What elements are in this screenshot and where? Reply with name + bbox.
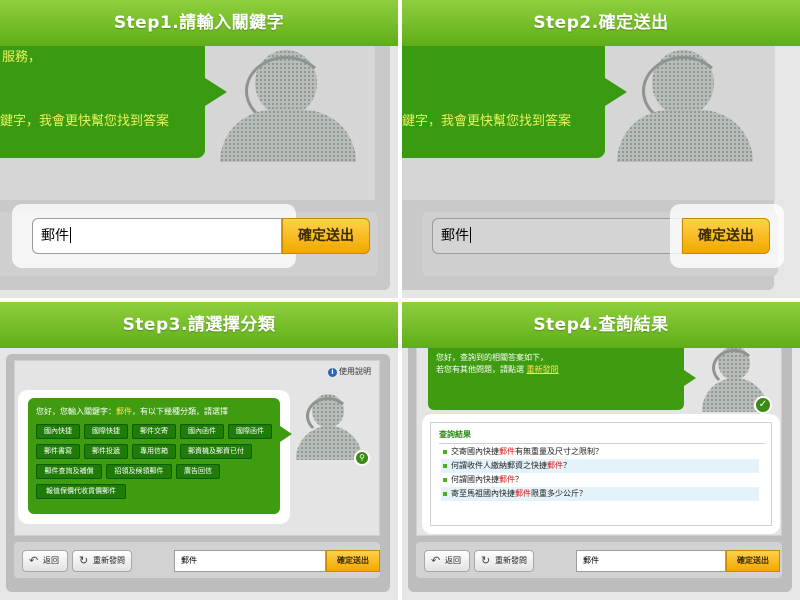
info-icon: i xyxy=(328,368,337,377)
step1-title: Step1.請輸入關鍵字 xyxy=(0,0,398,46)
restart-link[interactable]: 重新發問 xyxy=(527,365,559,374)
category-button-10[interactable]: 郵件查詢及補償 xyxy=(36,464,102,479)
check-icon: ✓ xyxy=(754,396,772,414)
step1-panel: Step1.請輸入關鍵字 服務， 鍵字，我會更快幫您找到答案 郵件 確定送出 xyxy=(0,0,398,298)
result-title: 查詢結果 xyxy=(439,430,471,439)
refresh-icon: ↻ xyxy=(481,554,491,567)
agent-avatar xyxy=(215,50,365,162)
step3-title: Step3.請選擇分類 xyxy=(0,302,398,348)
bubble-message: 鍵字，我會更快幫您找到答案 xyxy=(0,114,170,129)
keyword-input[interactable]: 郵件 xyxy=(174,550,326,572)
bubble-message: 鍵字，我會更快幫您找到答案 xyxy=(402,114,572,129)
category-button-5[interactable]: 國際函件 xyxy=(228,424,272,439)
step2-title: Step2.確定送出 xyxy=(402,0,800,46)
speech-bubble-tail xyxy=(684,370,696,386)
back-arrow-icon: ↶ xyxy=(431,554,441,567)
bubble-line-2: 若您有其他問題，請點選 重新發問 xyxy=(436,365,559,374)
category-button-1[interactable]: 國內快捷 xyxy=(36,424,80,439)
submit-button[interactable]: 確定送出 xyxy=(326,550,380,572)
result-item-3[interactable]: 何謂國內快捷郵件？ xyxy=(441,473,759,487)
result-item-1[interactable]: 交寄國內快捷郵件有無重量及尺寸之限制？ xyxy=(441,445,759,459)
result-divider xyxy=(439,443,765,444)
category-button-9[interactable]: 郵資機及郵資已付 xyxy=(180,444,252,459)
category-button-2[interactable]: 國際快捷 xyxy=(84,424,128,439)
restart-button[interactable]: ↻ 重新發問 xyxy=(72,550,132,572)
step3-panel: Step3.請選擇分類 i 使用說明 ⚲ 您好，您輸入關鍵字：郵件，有以下幾種分類… xyxy=(0,302,398,600)
search-icon: ⚲ xyxy=(354,450,370,466)
speech-bubble xyxy=(402,40,605,158)
category-button-3[interactable]: 郵件交寄 xyxy=(132,424,176,439)
category-button-4[interactable]: 國內函件 xyxy=(180,424,224,439)
step2-panel: Step2.確定送出 鍵字，我會更快幫您找到答案 郵件 確定送出 xyxy=(402,0,800,298)
result-item-2[interactable]: 何謂收件人繳納郵資之快捷郵件？ xyxy=(441,459,759,473)
category-button-12[interactable]: 廣告回信 xyxy=(176,464,220,479)
submit-button[interactable]: 確定送出 xyxy=(726,550,780,572)
category-button-13[interactable]: 報值保價代收貨價郵件 xyxy=(36,484,126,499)
category-button-7[interactable]: 郵件投遞 xyxy=(84,444,128,459)
category-bubble-tail xyxy=(280,426,292,442)
keyword-input[interactable]: 郵件 xyxy=(576,550,726,572)
submit-button[interactable]: 確定送出 xyxy=(282,218,370,254)
back-arrow-icon: ↶ xyxy=(29,554,39,567)
bubble-partial-text: 服務， xyxy=(2,50,42,65)
step4-title: Step4.查詢結果 xyxy=(402,302,800,348)
refresh-icon: ↻ xyxy=(79,554,89,567)
help-link[interactable]: i 使用說明 xyxy=(328,366,371,377)
submit-button[interactable]: 確定送出 xyxy=(682,218,770,254)
keyword-input[interactable]: 郵件 xyxy=(432,218,682,254)
back-button[interactable]: ↶ 返回 xyxy=(22,550,68,572)
restart-button[interactable]: ↻ 重新發問 xyxy=(474,550,534,572)
category-button-8[interactable]: 專用信箱 xyxy=(132,444,176,459)
category-button-6[interactable]: 郵件書寫 xyxy=(36,444,80,459)
result-item-4[interactable]: 寄至馬祖國內快捷郵件限重多少公斤？ xyxy=(441,487,759,501)
back-button[interactable]: ↶ 返回 xyxy=(424,550,470,572)
result-panel: 查詢結果 交寄國內快捷郵件有無重量及尺寸之限制？ 何謂收件人繳納郵資之快捷郵件？… xyxy=(430,422,772,526)
keyword-input[interactable]: 郵件 xyxy=(32,218,282,254)
category-intro: 您好，您輸入關鍵字：郵件，有以下幾種分類，請選擇 xyxy=(36,407,228,416)
agent-avatar xyxy=(612,50,762,162)
category-button-11[interactable]: 招領及候領郵件 xyxy=(106,464,172,479)
bubble-line-1: 您好，查詢到的相關答案如下， xyxy=(436,353,548,362)
step4-panel: Step4.查詢結果 您好，查詢到的相關答案如下， 若您有其他問題，請點選 重新… xyxy=(402,302,800,600)
